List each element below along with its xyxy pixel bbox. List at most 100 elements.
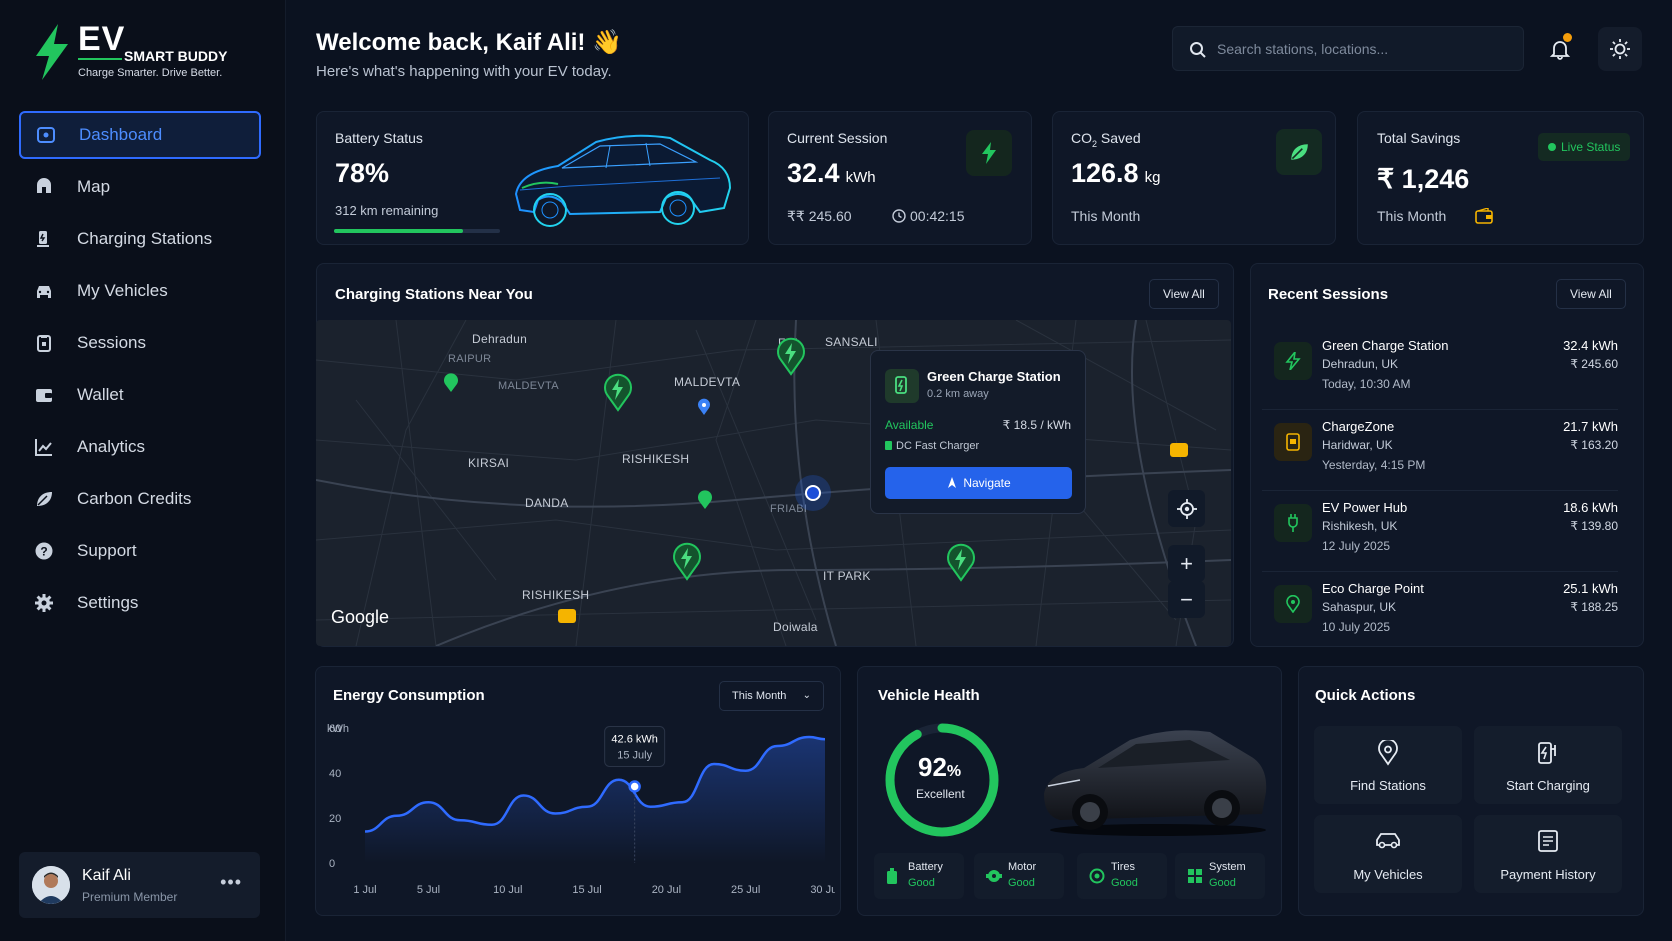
page-subtitle: Here's what's happening with your EV tod… — [316, 63, 612, 80]
charging-pin-icon[interactable] — [602, 372, 634, 412]
dashboard-icon — [35, 124, 57, 146]
sidebar-item-map[interactable]: Map — [19, 163, 261, 211]
session-time: 10 July 2025 — [1322, 620, 1391, 634]
sidebar-item-support[interactable]: ? Support — [19, 527, 261, 575]
x-tick-label: 20 Jul — [652, 884, 681, 896]
map-label: Doiwala — [773, 620, 818, 634]
user-profile[interactable]: Kaif Ali Premium Member ••• — [19, 852, 260, 918]
sidebar-item-label: Analytics — [77, 437, 146, 456]
wallet-icon — [33, 384, 55, 406]
brand-underline — [78, 58, 122, 60]
blue-pin-icon[interactable] — [697, 398, 711, 416]
brand-subtitle: SMART BUDDY — [124, 48, 228, 64]
session-kwh: 32.4 kWh — [1563, 338, 1618, 353]
session-kwh: 25.1 kWh — [1563, 581, 1618, 596]
start-charging-button[interactable]: Start Charging — [1474, 726, 1622, 804]
clipboard-icon — [33, 332, 55, 354]
leaf-icon — [1291, 144, 1308, 160]
map-label: MALDEVTA — [498, 380, 559, 392]
period-select[interactable]: This Month ⌄ — [719, 681, 824, 711]
session-icon — [1274, 342, 1312, 380]
sidebar-item-label: Charging Stations — [77, 229, 213, 248]
vehicle-health-title: Vehicle Health — [878, 687, 980, 704]
session-cost: ₹₹ 245.60 — [787, 208, 852, 224]
sidebar-nav: Dashboard Map Charging Stations My Vehic… — [19, 111, 261, 631]
sidebar-item-analytics[interactable]: Analytics — [19, 423, 261, 471]
popup-distance: 0.2 km away — [927, 388, 989, 400]
small-green-pin-icon[interactable] — [443, 373, 459, 393]
session-cost: ₹ 245.60 — [1570, 357, 1618, 371]
popup-charger-type: DC Fast Charger — [885, 440, 979, 452]
health-item-name: Tires — [1111, 861, 1136, 873]
map-label: DANDA — [525, 496, 569, 510]
session-row[interactable]: EV Power Hub Rishikesh, UK 12 July 2025 … — [1262, 494, 1632, 574]
session-name: Green Charge Station — [1322, 338, 1449, 353]
sidebar-item-sessions[interactable]: Sessions — [19, 319, 261, 367]
stations-view-all-button[interactable]: View All — [1149, 279, 1219, 309]
map-label: RISHIKESH — [522, 588, 590, 602]
receipt-icon — [1538, 830, 1558, 852]
car-icon — [1376, 833, 1400, 849]
session-row[interactable]: ChargeZone Haridwar, UK Yesterday, 4:15 … — [1262, 413, 1632, 493]
session-row[interactable]: Green Charge Station Dehradun, UK Today,… — [1262, 332, 1632, 412]
more-options-icon[interactable]: ••• — [220, 872, 242, 893]
charging-pin-icon[interactable] — [945, 542, 977, 582]
small-green-pin-icon[interactable] — [697, 490, 713, 510]
stations-map[interactable]: Dehradun RAIPUR MALDEVTA KIRSAI RISHIKES… — [316, 320, 1231, 646]
health-item-status: Good — [908, 877, 935, 889]
search-input[interactable] — [1217, 27, 1507, 70]
session-name: EV Power Hub — [1322, 500, 1408, 515]
session-label: Current Session — [787, 130, 888, 146]
charging-pin-icon[interactable] — [775, 336, 807, 376]
quick-action-label: Payment History — [1500, 867, 1596, 882]
battery-progress-fill — [334, 229, 464, 233]
navigate-icon — [948, 477, 957, 488]
tooltip-value: 42.6 kWh — [611, 734, 657, 746]
charging-station-icon — [895, 376, 907, 394]
session-row[interactable]: Eco Charge Point Sahaspur, UK 10 July 20… — [1262, 575, 1632, 655]
health-score: 92% — [918, 752, 962, 782]
help-icon: ? — [33, 540, 55, 562]
session-icon — [1274, 423, 1312, 461]
notification-badge — [1563, 33, 1572, 42]
notifications-button[interactable] — [1538, 27, 1582, 71]
analytics-icon — [33, 436, 55, 458]
my-vehicles-button[interactable]: My Vehicles — [1314, 815, 1462, 893]
health-item-battery: Battery Good — [874, 853, 964, 899]
payment-history-button[interactable]: Payment History — [1474, 815, 1622, 893]
svg-text:?: ? — [40, 545, 47, 559]
session-time: Today, 10:30 AM — [1322, 377, 1411, 391]
search-bar — [1172, 26, 1524, 71]
recent-sessions-title: Recent Sessions — [1268, 286, 1389, 303]
station-popup: Green Charge Station 0.2 km away Availab… — [870, 350, 1086, 514]
find-stations-button[interactable]: Find Stations — [1314, 726, 1462, 804]
sidebar-item-carbon-credits[interactable]: Carbon Credits — [19, 475, 261, 523]
theme-toggle-button[interactable] — [1598, 27, 1642, 71]
zoom-in-button[interactable]: + — [1168, 545, 1205, 582]
health-item-name: Battery — [908, 861, 943, 873]
charging-pin-icon[interactable] — [671, 541, 703, 581]
wallet-icon — [1475, 208, 1493, 224]
live-status-badge: Live Status — [1538, 133, 1631, 161]
health-item-status: Good — [1111, 877, 1138, 889]
y-tick-label: 20 — [329, 813, 341, 825]
brand-logo[interactable]: EV SMART BUDDY Charge Smarter. Drive Bet… — [30, 20, 270, 86]
sidebar-item-settings[interactable]: Settings — [19, 579, 261, 627]
health-item-name: Motor — [1008, 861, 1037, 873]
savings-label: Total Savings — [1377, 130, 1461, 146]
navigate-button[interactable]: Navigate — [885, 467, 1072, 499]
sidebar-item-dashboard[interactable]: Dashboard — [19, 111, 261, 159]
google-logo: Google — [331, 607, 390, 627]
charging-station-icon — [1286, 433, 1300, 451]
sidebar-item-wallet[interactable]: Wallet — [19, 371, 261, 419]
x-tick-label: 1 Jul — [353, 884, 376, 896]
x-tick-label: 30 Jul — [810, 884, 835, 896]
my-location-button[interactable] — [1168, 490, 1205, 527]
map-label: SANSALI — [825, 335, 878, 349]
sidebar-item-charging-stations[interactable]: Charging Stations — [19, 215, 261, 263]
savings-period: This Month — [1377, 208, 1447, 224]
recent-view-all-button[interactable]: View All — [1556, 279, 1626, 309]
sidebar-item-my-vehicles[interactable]: My Vehicles — [19, 267, 261, 315]
zoom-out-button[interactable]: − — [1168, 581, 1205, 618]
session-kwh: 21.7 kWh — [1563, 419, 1618, 434]
